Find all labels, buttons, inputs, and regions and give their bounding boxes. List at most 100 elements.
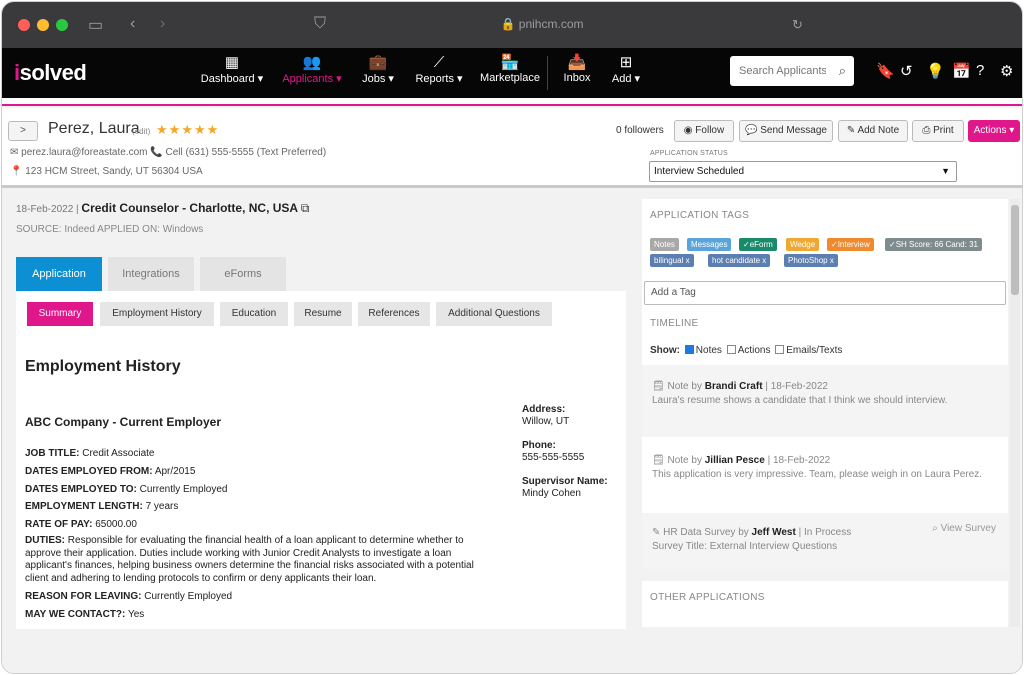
subtab-resume[interactable]: Resume — [294, 302, 352, 326]
inbox-icon: 📥 — [567, 54, 587, 71]
nav-jobs[interactable]: 💼 Jobs ▾ — [358, 54, 398, 85]
lightbulb-icon[interactable]: 💡 — [926, 62, 945, 80]
right-panel-scrollbar[interactable] — [1010, 199, 1020, 627]
tab-eforms[interactable]: eForms — [200, 257, 286, 291]
candidate-rating[interactable]: ★★★★★ — [156, 122, 219, 138]
show-label: Show: — [650, 345, 680, 356]
expand-panel-button[interactable]: > — [8, 121, 38, 141]
emails-texts-checkbox[interactable] — [775, 345, 785, 354]
remove-tag-icon[interactable]: x — [830, 256, 834, 265]
send-message-button[interactable]: 💬 Send Message — [739, 120, 833, 142]
subtab-education[interactable]: Education — [220, 302, 288, 326]
settings-gear-icon[interactable]: ⚙ — [1000, 62, 1013, 80]
edit-name-link[interactable]: (edit) — [132, 127, 150, 136]
tab-application[interactable]: Application — [16, 257, 102, 291]
tag-interview[interactable]: ✓Interview — [827, 238, 874, 251]
add-note-button[interactable]: ✎ Add Note — [838, 120, 908, 142]
history-icon[interactable]: ↺ — [900, 62, 913, 80]
nav-label: Marketplace — [480, 72, 540, 84]
chevron-down-icon: ▼ — [941, 166, 950, 176]
subtab-employment-history[interactable]: Employment History — [100, 302, 214, 326]
application-status-label: APPLICATION STATUS — [650, 150, 728, 157]
tag-notes[interactable]: Notes — [650, 238, 679, 251]
timeline-filters: Show: Notes Actions Emails/Texts — [650, 345, 842, 356]
candidate-email[interactable]: perez.laura@foreastate.com — [21, 147, 147, 158]
shield-icon[interactable]: ⛉ — [314, 15, 326, 33]
star-icon[interactable]: ★ — [207, 122, 220, 137]
url-text: pnihcm.com — [518, 17, 584, 31]
field-dates-to: DATES EMPLOYED TO: Currently Employed — [25, 484, 227, 495]
tag-sh-score[interactable]: ✓SH Score: 66 Cand: 31 — [885, 238, 982, 251]
bookmark-icon[interactable]: 🔖 — [876, 62, 895, 80]
tag-text: PhotoShop — [788, 256, 828, 265]
print-button[interactable]: ⎙ Print — [912, 120, 964, 142]
forward-icon[interactable]: › — [160, 15, 165, 33]
star-icon[interactable]: ★ — [169, 122, 182, 137]
scrollbar-thumb[interactable] — [1011, 205, 1019, 295]
star-icon[interactable]: ★ — [194, 122, 207, 137]
application-panel: 18-Feb-2022 | Credit Counselor - Charlot… — [2, 191, 634, 673]
nav-marketplace[interactable]: 🏪 Marketplace — [478, 54, 542, 84]
browser-toolbar: ▭ ‹ › ⛉ 🔒 pnihcm.com ↻ — [2, 2, 1022, 48]
nav-accent-strip — [2, 98, 1022, 106]
nav-label: Applicants — [282, 73, 334, 85]
tag-eform[interactable]: ✓eForm — [739, 238, 777, 251]
actions-checkbox[interactable] — [726, 345, 736, 354]
field-value: Yes — [127, 609, 145, 620]
nav-label: Add — [611, 73, 632, 85]
nav-add[interactable]: ⊞ Add ▾ — [606, 54, 646, 85]
close-window-button[interactable] — [18, 19, 30, 31]
subtab-references[interactable]: References — [358, 302, 430, 326]
tag-text: hot candidate — [712, 256, 761, 265]
actions-label: Actions — [973, 125, 1007, 136]
star-icon[interactable]: ★ — [181, 122, 194, 137]
field-duties: DUTIES: Responsible for evaluating the f… — [25, 535, 495, 585]
tag-bilingual[interactable]: bilingual x — [650, 254, 694, 267]
print-label: Print — [933, 125, 954, 136]
candidate-name: Perez, Laura — [48, 120, 140, 137]
actions-button[interactable]: Actions ▾ — [968, 120, 1020, 142]
external-link-icon[interactable]: ⧉ — [301, 201, 310, 215]
candidate-phone[interactable]: Cell (631) 555-5555 (Text Preferred) — [166, 147, 327, 158]
subtab-additional-questions[interactable]: Additional Questions — [436, 302, 552, 326]
nav-dashboard[interactable]: ▦ Dashboard ▾ — [200, 54, 264, 85]
tag-photoshop[interactable]: PhotoShop x — [784, 254, 838, 267]
follow-label: Follow — [695, 125, 725, 136]
field-value: Apr/2015 — [154, 466, 196, 477]
search-applicants: ⌕ — [730, 56, 854, 86]
subtab-summary[interactable]: Summary — [27, 302, 93, 326]
minimize-window-button[interactable] — [37, 19, 49, 31]
nav-reports[interactable]: ⟋ Reports ▾ — [412, 54, 466, 85]
address-bar[interactable]: 🔒 pnihcm.com — [442, 17, 642, 31]
tab-integrations[interactable]: Integrations — [108, 257, 194, 291]
remove-tag-icon[interactable]: x — [686, 256, 690, 265]
job-title[interactable]: Credit Counselor - Charlotte, NC, USA — [81, 201, 298, 215]
back-icon[interactable]: ‹ — [130, 15, 135, 33]
field-value: Mindy Cohen — [522, 488, 581, 499]
help-icon[interactable]: ? — [976, 62, 984, 79]
field-label: Phone: — [522, 440, 556, 451]
timeline-prefix: Note by — [667, 381, 702, 392]
contact-info: ✉ perez.laura@foreastate.com 📞 Cell (631… — [10, 147, 326, 158]
nav-inbox[interactable]: 📥 Inbox — [558, 54, 596, 84]
reload-icon[interactable]: ↻ — [792, 17, 803, 33]
search-input[interactable] — [730, 56, 826, 86]
sidebar-toggle-icon[interactable]: ▭ — [88, 15, 103, 35]
tag-hot-candidate[interactable]: hot candidate x — [708, 254, 771, 267]
nav-applicants[interactable]: 👥 Applicants ▾ — [280, 54, 344, 85]
add-tag-input[interactable]: Add a Tag — [644, 281, 1006, 305]
application-status-select[interactable]: Interview Scheduled ▼ — [649, 161, 957, 182]
tag-wedge[interactable]: Wedge — [786, 238, 820, 251]
calendar-icon[interactable]: 📅 — [952, 62, 971, 80]
remove-tag-icon[interactable]: x — [762, 256, 766, 265]
tag-messages[interactable]: Messages — [687, 238, 732, 251]
isolved-logo[interactable]: isolved — [14, 60, 87, 86]
field-value: 7 years — [145, 501, 179, 512]
view-survey-link[interactable]: ⌕ View Survey — [932, 523, 996, 534]
notes-checkbox[interactable] — [684, 345, 694, 354]
store-icon: 🏪 — [500, 54, 520, 71]
follow-button[interactable]: ◉ Follow — [674, 120, 734, 142]
search-icon[interactable]: ⌕ — [839, 63, 846, 79]
star-icon[interactable]: ★ — [156, 122, 169, 137]
maximize-window-button[interactable] — [56, 19, 68, 31]
